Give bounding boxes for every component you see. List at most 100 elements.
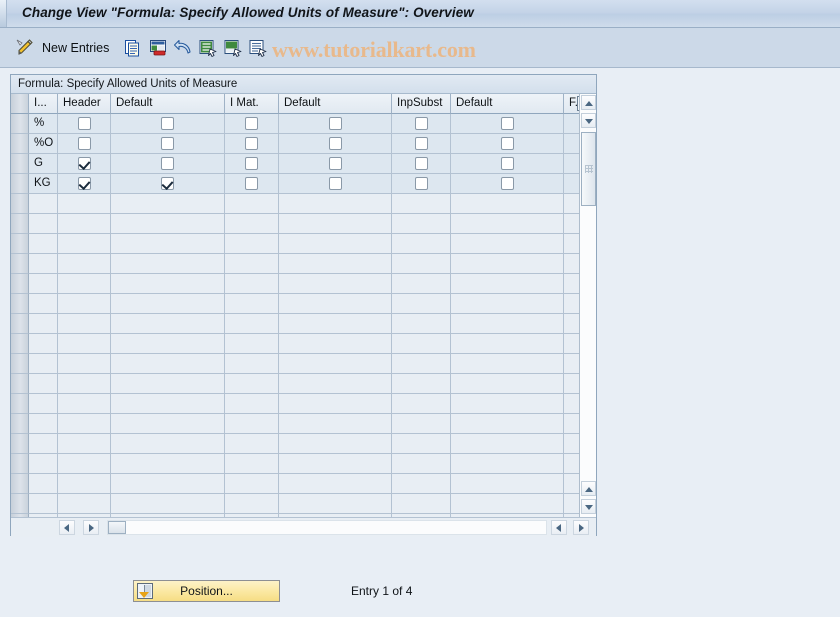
cell-inp_subst_default[interactable] bbox=[451, 474, 564, 494]
cell-i_mat[interactable] bbox=[225, 274, 279, 294]
cell-i_mat[interactable] bbox=[225, 334, 279, 354]
cell-header[interactable] bbox=[58, 234, 111, 254]
table-row[interactable]: % bbox=[11, 114, 596, 134]
cell-inp_subst[interactable] bbox=[392, 294, 451, 314]
cell-header_default[interactable] bbox=[111, 354, 225, 374]
row-selector[interactable] bbox=[11, 314, 29, 334]
cell-inp_subst[interactable] bbox=[392, 454, 451, 474]
cell-i_mat_default[interactable] bbox=[279, 194, 392, 214]
cell-header[interactable] bbox=[58, 294, 111, 314]
cell-inp_subst[interactable] bbox=[392, 114, 451, 134]
cell-header[interactable] bbox=[58, 374, 111, 394]
checkbox-checked-header[interactable] bbox=[77, 157, 91, 170]
delete-row-icon[interactable] bbox=[147, 36, 169, 60]
checkbox-inp_subst_default[interactable] bbox=[500, 157, 514, 170]
cell-header_default[interactable] bbox=[111, 254, 225, 274]
cell-header_default[interactable] bbox=[111, 374, 225, 394]
cell-i_mat_default[interactable] bbox=[279, 114, 392, 134]
cell-header_default[interactable] bbox=[111, 414, 225, 434]
row-selector[interactable] bbox=[11, 374, 29, 394]
cell-i_mat[interactable] bbox=[225, 394, 279, 414]
cell-header_default[interactable] bbox=[111, 434, 225, 454]
scroll-down-icon[interactable] bbox=[581, 499, 596, 514]
cell-i_mat[interactable] bbox=[225, 114, 279, 134]
checkbox-i_mat_default[interactable] bbox=[328, 177, 342, 190]
cell-header_default[interactable] bbox=[111, 454, 225, 474]
cell-inp_subst_default[interactable] bbox=[451, 314, 564, 334]
cell-inp_subst[interactable] bbox=[392, 174, 451, 194]
cell-header[interactable] bbox=[58, 174, 111, 194]
row-selector[interactable] bbox=[11, 134, 29, 154]
cell-header[interactable] bbox=[58, 214, 111, 234]
cell-i_mat[interactable] bbox=[225, 494, 279, 514]
row-selector[interactable] bbox=[11, 354, 29, 374]
row-selector[interactable] bbox=[11, 334, 29, 354]
table-row[interactable] bbox=[11, 194, 596, 214]
checkbox-inp_subst_default[interactable] bbox=[500, 137, 514, 150]
table-row[interactable] bbox=[11, 374, 596, 394]
cell-i_mat[interactable] bbox=[225, 374, 279, 394]
table-row[interactable] bbox=[11, 454, 596, 474]
table-row[interactable]: %O bbox=[11, 134, 596, 154]
cell-i_mat_default[interactable] bbox=[279, 214, 392, 234]
cell-header[interactable] bbox=[58, 334, 111, 354]
cell-inp_subst_default[interactable] bbox=[451, 194, 564, 214]
cell-inp_subst_default[interactable] bbox=[451, 274, 564, 294]
cell-i_mat_default[interactable] bbox=[279, 294, 392, 314]
column-header-i_mat[interactable]: I Mat. bbox=[225, 94, 279, 114]
cell-i_mat_default[interactable] bbox=[279, 354, 392, 374]
cell-inp_subst[interactable] bbox=[392, 214, 451, 234]
copy-as-icon[interactable] bbox=[122, 36, 144, 60]
row-selector[interactable] bbox=[11, 114, 29, 134]
cell-header[interactable] bbox=[58, 494, 111, 514]
cell-header[interactable] bbox=[58, 274, 111, 294]
checkbox-inp_subst[interactable] bbox=[414, 137, 428, 150]
cell-header[interactable] bbox=[58, 394, 111, 414]
row-selector[interactable] bbox=[11, 174, 29, 194]
checkbox-header[interactable] bbox=[77, 117, 91, 130]
cell-i_mat_default[interactable] bbox=[279, 314, 392, 334]
checkbox-inp_subst[interactable] bbox=[414, 117, 428, 130]
checkbox-i_mat[interactable] bbox=[245, 117, 258, 130]
cell-header[interactable] bbox=[58, 414, 111, 434]
cell-i_mat_default[interactable] bbox=[279, 414, 392, 434]
cell-i_mat[interactable] bbox=[225, 354, 279, 374]
cell-i_mat_default[interactable] bbox=[279, 474, 392, 494]
table-row[interactable]: G bbox=[11, 154, 596, 174]
cell-inp_subst[interactable] bbox=[392, 394, 451, 414]
cell-unit[interactable] bbox=[29, 434, 58, 454]
cell-header_default[interactable] bbox=[111, 334, 225, 354]
checkbox-inp_subst[interactable] bbox=[414, 177, 428, 190]
cell-unit[interactable]: KG bbox=[29, 174, 58, 194]
row-selector[interactable] bbox=[11, 154, 29, 174]
cell-header_default[interactable] bbox=[111, 474, 225, 494]
cell-header_default[interactable] bbox=[111, 494, 225, 514]
cell-i_mat_default[interactable] bbox=[279, 374, 392, 394]
column-header-unit[interactable]: I... bbox=[29, 94, 58, 114]
cell-i_mat[interactable] bbox=[225, 174, 279, 194]
row-selector[interactable] bbox=[11, 254, 29, 274]
cell-i_mat[interactable] bbox=[225, 254, 279, 274]
cell-unit[interactable] bbox=[29, 354, 58, 374]
select-all-rows-header[interactable] bbox=[11, 94, 29, 114]
cell-inp_subst_default[interactable] bbox=[451, 414, 564, 434]
cell-header_default[interactable] bbox=[111, 194, 225, 214]
cell-header_default[interactable] bbox=[111, 174, 225, 194]
checkbox-i_mat[interactable] bbox=[245, 137, 258, 150]
cell-i_mat[interactable] bbox=[225, 474, 279, 494]
cell-inp_subst_default[interactable] bbox=[451, 334, 564, 354]
cell-i_mat_default[interactable] bbox=[279, 434, 392, 454]
row-selector[interactable] bbox=[11, 194, 29, 214]
cell-i_mat_default[interactable] bbox=[279, 134, 392, 154]
cell-inp_subst_default[interactable] bbox=[451, 214, 564, 234]
cell-header_default[interactable] bbox=[111, 134, 225, 154]
grid-vertical-scrollbar[interactable] bbox=[579, 94, 596, 536]
cell-i_mat_default[interactable] bbox=[279, 454, 392, 474]
column-header-inp_subst[interactable]: InpSubst bbox=[392, 94, 451, 114]
checkbox-header[interactable] bbox=[77, 137, 91, 150]
horizontal-scroll-track[interactable] bbox=[107, 520, 547, 535]
cell-header[interactable] bbox=[58, 194, 111, 214]
select-all-icon[interactable] bbox=[197, 36, 219, 60]
position-button[interactable]: Position... bbox=[133, 580, 280, 602]
cell-inp_subst_default[interactable] bbox=[451, 174, 564, 194]
